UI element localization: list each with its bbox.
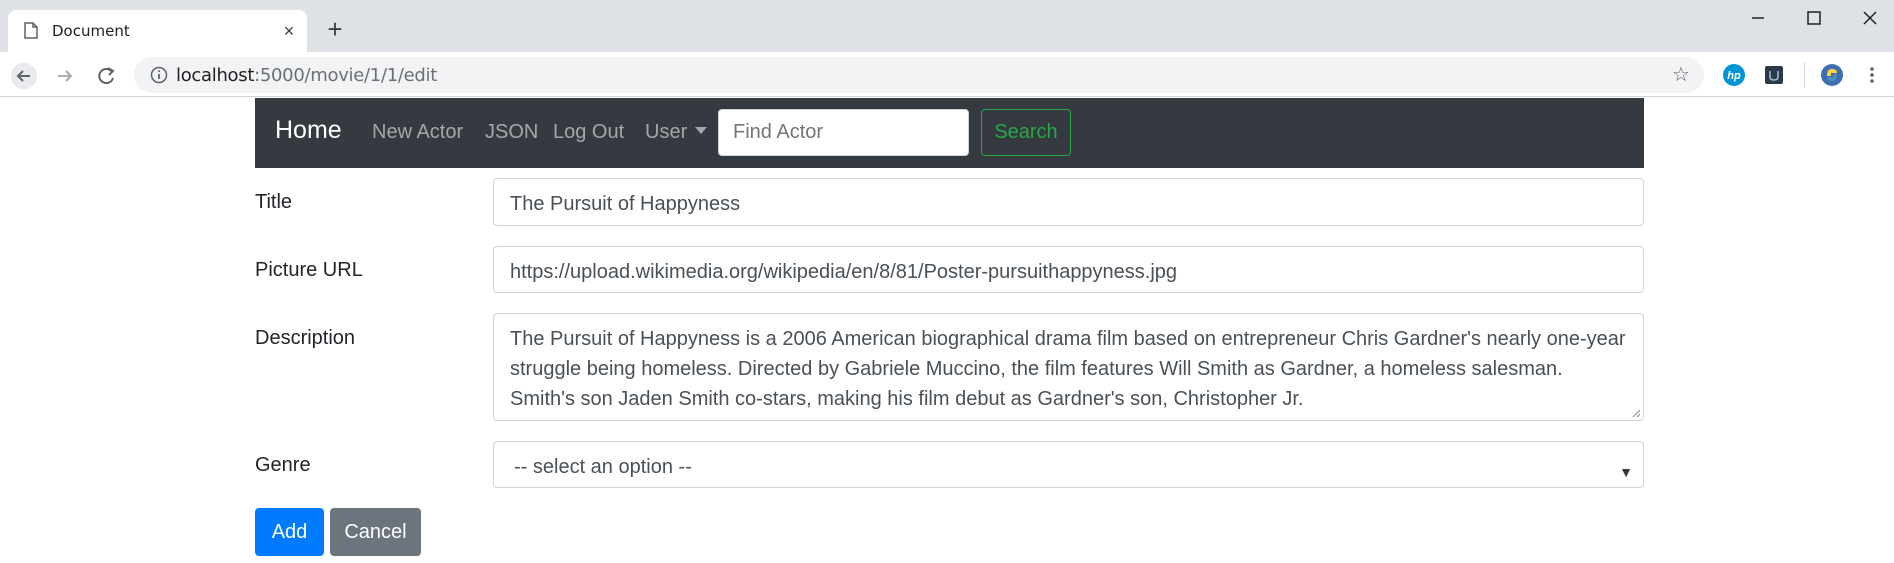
- browser-toolbar: localhost:5000/movie/1/1/edit ☆ hp: [0, 52, 1894, 97]
- nav-link-new-actor[interactable]: New Actor: [372, 121, 463, 144]
- browser-tab-strip: Document × +: [0, 0, 1894, 52]
- site-navbar: Home New Actor JSON Log Out User Search: [255, 98, 1644, 168]
- address-bar[interactable]: localhost:5000/movie/1/1/edit ☆: [134, 57, 1704, 93]
- genre-selected-value: -- select an option --: [514, 456, 692, 478]
- nav-user-dropdown[interactable]: User: [645, 121, 708, 144]
- svg-text:hp: hp: [1727, 70, 1741, 82]
- info-icon[interactable]: [150, 66, 168, 84]
- search-button[interactable]: Search: [981, 109, 1071, 156]
- browser-menu-icon[interactable]: [1860, 63, 1884, 87]
- close-window-icon[interactable]: [1858, 6, 1882, 30]
- nav-brand-home[interactable]: Home: [275, 116, 342, 145]
- genre-label: Genre: [255, 454, 311, 476]
- toolbar-divider: [1804, 62, 1805, 88]
- find-actor-input[interactable]: [718, 109, 969, 156]
- url-path: :5000/movie/1/1/edit: [254, 65, 437, 86]
- forward-icon[interactable]: [52, 63, 78, 89]
- dark-extension-icon[interactable]: [1762, 63, 1786, 87]
- maximize-icon[interactable]: [1802, 6, 1826, 30]
- document-icon: [24, 22, 38, 39]
- tab-close-icon[interactable]: ×: [280, 22, 298, 40]
- resize-grip-icon[interactable]: [1631, 408, 1641, 418]
- nav-user-label: User: [645, 121, 688, 143]
- nav-link-json[interactable]: JSON: [485, 121, 538, 144]
- cancel-button[interactable]: Cancel: [330, 508, 421, 556]
- picture-url-input[interactable]: https://upload.wikimedia.org/wikipedia/e…: [493, 246, 1644, 293]
- url-host: localhost: [176, 65, 255, 86]
- url-text: localhost:5000/movie/1/1/edit: [176, 65, 437, 86]
- bookmark-star-icon[interactable]: ☆: [1672, 65, 1692, 85]
- minimize-icon[interactable]: [1746, 6, 1770, 30]
- select-arrow-icon: ▼: [1619, 464, 1633, 480]
- title-label: Title: [255, 191, 293, 213]
- description-label: Description: [255, 327, 356, 349]
- browser-tab[interactable]: Document ×: [8, 10, 307, 52]
- genre-select[interactable]: -- select an option -- ▼: [493, 441, 1644, 488]
- reload-icon[interactable]: [93, 63, 119, 89]
- new-tab-button[interactable]: +: [324, 16, 346, 42]
- back-icon[interactable]: [11, 63, 37, 89]
- dropdown-caret-icon: [695, 127, 708, 134]
- profile-avatar-icon[interactable]: [1820, 63, 1844, 87]
- title-input[interactable]: The Pursuit of Happyness: [493, 178, 1644, 226]
- picture-url-label: Picture URL: [255, 259, 363, 281]
- hp-extension-icon[interactable]: hp: [1722, 63, 1746, 87]
- description-text: The Pursuit of Happyness is a 2006 Ameri…: [510, 328, 1626, 410]
- tab-title: Document: [52, 22, 130, 40]
- add-button[interactable]: Add: [255, 508, 324, 556]
- nav-link-log-out[interactable]: Log Out: [553, 121, 624, 144]
- description-textarea[interactable]: The Pursuit of Happyness is a 2006 Ameri…: [493, 313, 1644, 421]
